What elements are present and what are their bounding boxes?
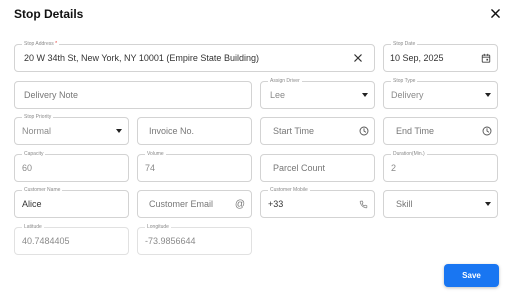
at-sign-icon: @ (234, 198, 246, 210)
clock-icon[interactable] (480, 118, 494, 144)
chevron-down-icon[interactable] (481, 191, 495, 217)
assign-driver-value: Lee (270, 90, 286, 100)
save-button[interactable]: Save (444, 264, 499, 287)
customer-name-value: Alice (22, 199, 42, 209)
latitude-field: Latitude 40.7484405 (14, 223, 129, 255)
dialog-title: Stop Details (14, 7, 84, 21)
stop-type-select[interactable]: Stop Type Delivery (383, 77, 498, 109)
stop-date-value: 10 Sep, 2025 (390, 53, 444, 63)
chevron-down-icon[interactable] (481, 82, 495, 108)
customer-email-placeholder: Customer Email (149, 199, 214, 209)
longitude-value: -73.9856644 (145, 236, 196, 246)
clear-icon[interactable] (351, 45, 365, 71)
duration-value: 2 (391, 163, 397, 173)
skill-select[interactable]: Skill (383, 190, 498, 218)
stop-address-field[interactable]: Stop Address * 20 W 34th St, New York, N… (14, 40, 375, 72)
stop-priority-select[interactable]: Stop Priority Normal (14, 113, 129, 145)
customer-email-field[interactable]: Customer Email @ (137, 190, 252, 218)
phone-icon (356, 191, 370, 217)
parcel-count-field[interactable]: Parcel Count (260, 154, 375, 182)
end-time-field[interactable]: End Time (383, 117, 498, 145)
chevron-down-icon[interactable] (358, 82, 372, 108)
latitude-value: 40.7484405 (22, 236, 70, 246)
stop-priority-value: Normal (22, 126, 52, 136)
calendar-icon[interactable] (479, 45, 493, 71)
delivery-note-field[interactable]: Delivery Note (14, 81, 252, 109)
volume-value: 74 (145, 163, 156, 173)
capacity-value: 60 (22, 163, 33, 173)
customer-name-field[interactable]: Customer Name Alice (14, 186, 129, 218)
stop-date-field[interactable]: Stop Date 10 Sep, 2025 (383, 40, 498, 72)
parcel-count-placeholder: Parcel Count (273, 163, 326, 173)
start-time-field[interactable]: Start Time (260, 117, 375, 145)
skill-placeholder: Skill (396, 199, 413, 209)
longitude-field: Longitude -73.9856644 (137, 223, 252, 255)
customer-mobile-value: +33 (268, 199, 284, 209)
capacity-field[interactable]: Capacity 60 (14, 150, 129, 182)
delivery-note-placeholder: Delivery Note (24, 90, 79, 100)
stop-type-value: Delivery (391, 90, 424, 100)
chevron-down-icon[interactable] (112, 118, 126, 144)
invoice-no-placeholder: Invoice No. (149, 126, 195, 136)
end-time-placeholder: End Time (396, 126, 435, 136)
start-time-placeholder: Start Time (273, 126, 315, 136)
duration-field[interactable]: Duration(Min.) 2 (383, 150, 498, 182)
invoice-no-field[interactable]: Invoice No. (137, 117, 252, 145)
assign-driver-select[interactable]: Assign Driver Lee (260, 77, 375, 109)
clock-icon[interactable] (357, 118, 371, 144)
volume-field[interactable]: Volume 74 (137, 150, 252, 182)
customer-mobile-field[interactable]: Customer Mobile +33 (260, 186, 375, 218)
duration-label: Duration(Min.) (391, 150, 427, 158)
close-icon[interactable] (487, 5, 503, 21)
stop-address-value: 20 W 34th St, New York, NY 10001 (Empire… (24, 53, 259, 63)
